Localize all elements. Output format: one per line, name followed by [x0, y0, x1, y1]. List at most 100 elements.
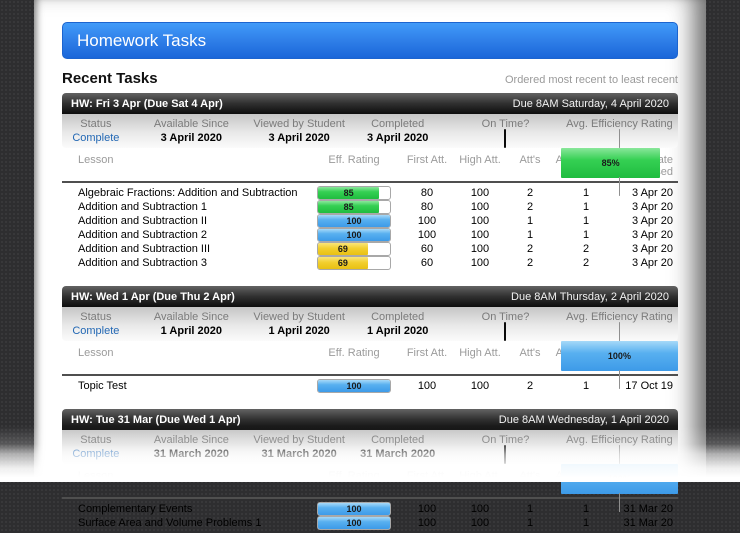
eff-rating-bar-fill: 100	[318, 229, 390, 241]
card-title: HW: Wed 1 Apr (Due Thu 2 Apr)	[71, 291, 235, 303]
date-passed-value: 31 Mar 20	[620, 503, 678, 515]
lesson-column-header: Lesson	[62, 470, 306, 482]
on-time-bar	[504, 322, 506, 341]
atts-value: 2	[508, 380, 552, 392]
viewed-by-student-label: Viewed by Student	[253, 311, 345, 323]
atts-to-pass-value: 1	[552, 187, 620, 199]
lesson-row: Addition and Subtraction 3 69 60 100 2 2…	[62, 256, 678, 270]
status-label: Status	[62, 118, 130, 130]
completed-value: 3 April 2020	[345, 132, 450, 144]
eff-rating-column-header: Eff. Rating	[306, 154, 402, 166]
atts-column-header: Att's	[508, 470, 552, 482]
efficiency-bar-fill: 100%	[561, 464, 678, 494]
lesson-name: Topic Test	[62, 380, 306, 392]
first-att-value: 60	[402, 243, 452, 255]
card-status-strip: Status Complete Available Since 1 April …	[62, 307, 678, 341]
eff-rating-bar-fill: 100	[318, 503, 390, 515]
atts-to-pass-value: 2	[552, 257, 620, 269]
efficiency-bar-fill: 100%	[561, 341, 678, 371]
viewed-by-student-column: Viewed by Student 31 March 2020	[253, 430, 345, 464]
available-since-label: Available Since	[130, 311, 253, 323]
lesson-row: Addition and Subtraction II 100 100 100 …	[62, 214, 678, 228]
homework-card: HW: Tue 31 Mar (Due Wed 1 Apr) Due 8AM W…	[62, 409, 678, 533]
on-time-bar	[504, 129, 506, 148]
lesson-row: Addition and Subtraction III 69 60 100 2…	[62, 242, 678, 256]
date-passed-value: 3 Apr 20	[620, 257, 678, 269]
available-since-label: Available Since	[130, 118, 253, 130]
on-time-bar	[504, 445, 506, 464]
first-att-value: 100	[402, 503, 452, 515]
date-passed-value: 3 Apr 20	[620, 229, 678, 241]
first-att-column-header: First Att.	[402, 154, 452, 166]
section-header-row: Recent Tasks Ordered most recent to leas…	[62, 70, 678, 89]
lesson-row: Surface Area and Volume Problems 1 100 1…	[62, 516, 678, 530]
on-time-column: On Time?	[450, 430, 561, 464]
eff-rating-value: 100	[346, 518, 361, 528]
eff-rating-bar-fill: 100	[318, 517, 390, 529]
date-passed-value: 3 Apr 20	[620, 243, 678, 255]
card-due-date: Due 8AM Thursday, 2 April 2020	[511, 291, 669, 303]
eff-rating-value: 85	[344, 188, 354, 198]
date-passed-value: 3 Apr 20	[620, 187, 678, 199]
eff-rating-value: 100	[346, 381, 361, 391]
high-att-value: 100	[452, 257, 508, 269]
completed-label: Completed	[345, 118, 450, 130]
eff-rating-cell: 100	[306, 502, 402, 516]
status-value[interactable]: Complete	[62, 132, 130, 144]
atts-to-pass-value: 1	[552, 201, 620, 213]
atts-value: 1	[508, 517, 552, 529]
eff-rating-bar: 100	[317, 516, 391, 530]
lesson-column-header: Lesson	[62, 154, 306, 166]
high-att-column-header: High Att.	[452, 154, 508, 166]
completed-label: Completed	[345, 434, 450, 446]
status-value[interactable]: Complete	[62, 325, 130, 337]
homework-card: HW: Fri 3 Apr (Due Sat 4 Apr) Due 8AM Sa…	[62, 93, 678, 273]
atts-value: 1	[508, 503, 552, 515]
first-att-value: 100	[402, 215, 452, 227]
high-att-value: 100	[452, 229, 508, 241]
card-title: HW: Fri 3 Apr (Due Sat 4 Apr)	[71, 98, 223, 110]
lesson-name: Addition and Subtraction II	[62, 215, 306, 227]
lesson-name: Addition and Subtraction III	[62, 243, 306, 255]
lesson-row: Addition and Subtraction 2 100 100 100 1…	[62, 228, 678, 242]
high-att-value: 100	[452, 243, 508, 255]
eff-rating-bar: 85	[317, 186, 391, 200]
status-column: Status Complete	[62, 430, 130, 464]
card-header-bar[interactable]: HW: Fri 3 Apr (Due Sat 4 Apr) Due 8AM Sa…	[62, 93, 678, 114]
eff-rating-cell: 100	[306, 214, 402, 228]
card-title: HW: Tue 31 Mar (Due Wed 1 Apr)	[71, 414, 241, 426]
high-att-value: 100	[452, 201, 508, 213]
viewed-by-student-label: Viewed by Student	[253, 118, 345, 130]
viewed-by-student-value: 1 April 2020	[253, 325, 345, 337]
atts-to-pass-value: 1	[552, 229, 620, 241]
atts-to-pass-value: 1	[552, 380, 620, 392]
efficiency-bar-fill: 85%	[561, 148, 660, 178]
eff-rating-value: 85	[344, 202, 354, 212]
first-att-value: 80	[402, 187, 452, 199]
viewed-by-student-column: Viewed by Student 3 April 2020	[253, 114, 345, 148]
lesson-name: Addition and Subtraction 1	[62, 201, 306, 213]
card-header-bar[interactable]: HW: Wed 1 Apr (Due Thu 2 Apr) Due 8AM Th…	[62, 286, 678, 307]
atts-column-header: Att's	[508, 154, 552, 166]
viewed-by-student-label: Viewed by Student	[253, 434, 345, 446]
status-value[interactable]: Complete	[62, 448, 130, 460]
card-status-strip: Status Complete Available Since 31 March…	[62, 430, 678, 464]
eff-rating-bar: 100	[317, 228, 391, 242]
on-time-column: On Time?	[450, 307, 561, 341]
card-header-bar[interactable]: HW: Tue 31 Mar (Due Wed 1 Apr) Due 8AM W…	[62, 409, 678, 430]
eff-rating-bar-fill: 85	[318, 187, 379, 199]
lesson-name: Addition and Subtraction 2	[62, 229, 306, 241]
section-title: Recent Tasks	[62, 70, 158, 87]
eff-rating-cell: 100	[306, 379, 402, 393]
high-att-value: 100	[452, 380, 508, 392]
high-att-column-header: High Att.	[452, 470, 508, 482]
efficiency-progress-bar: 85%	[561, 129, 678, 196]
first-att-column-header: First Att.	[402, 470, 452, 482]
status-label: Status	[62, 434, 130, 446]
eff-rating-column-header: Eff. Rating	[306, 347, 402, 359]
available-since-value: 31 March 2020	[130, 448, 253, 460]
efficiency-percent-value: 100%	[608, 474, 631, 484]
eff-rating-bar: 100	[317, 379, 391, 393]
available-since-column: Available Since 3 April 2020	[130, 114, 253, 148]
high-att-value: 100	[452, 503, 508, 515]
